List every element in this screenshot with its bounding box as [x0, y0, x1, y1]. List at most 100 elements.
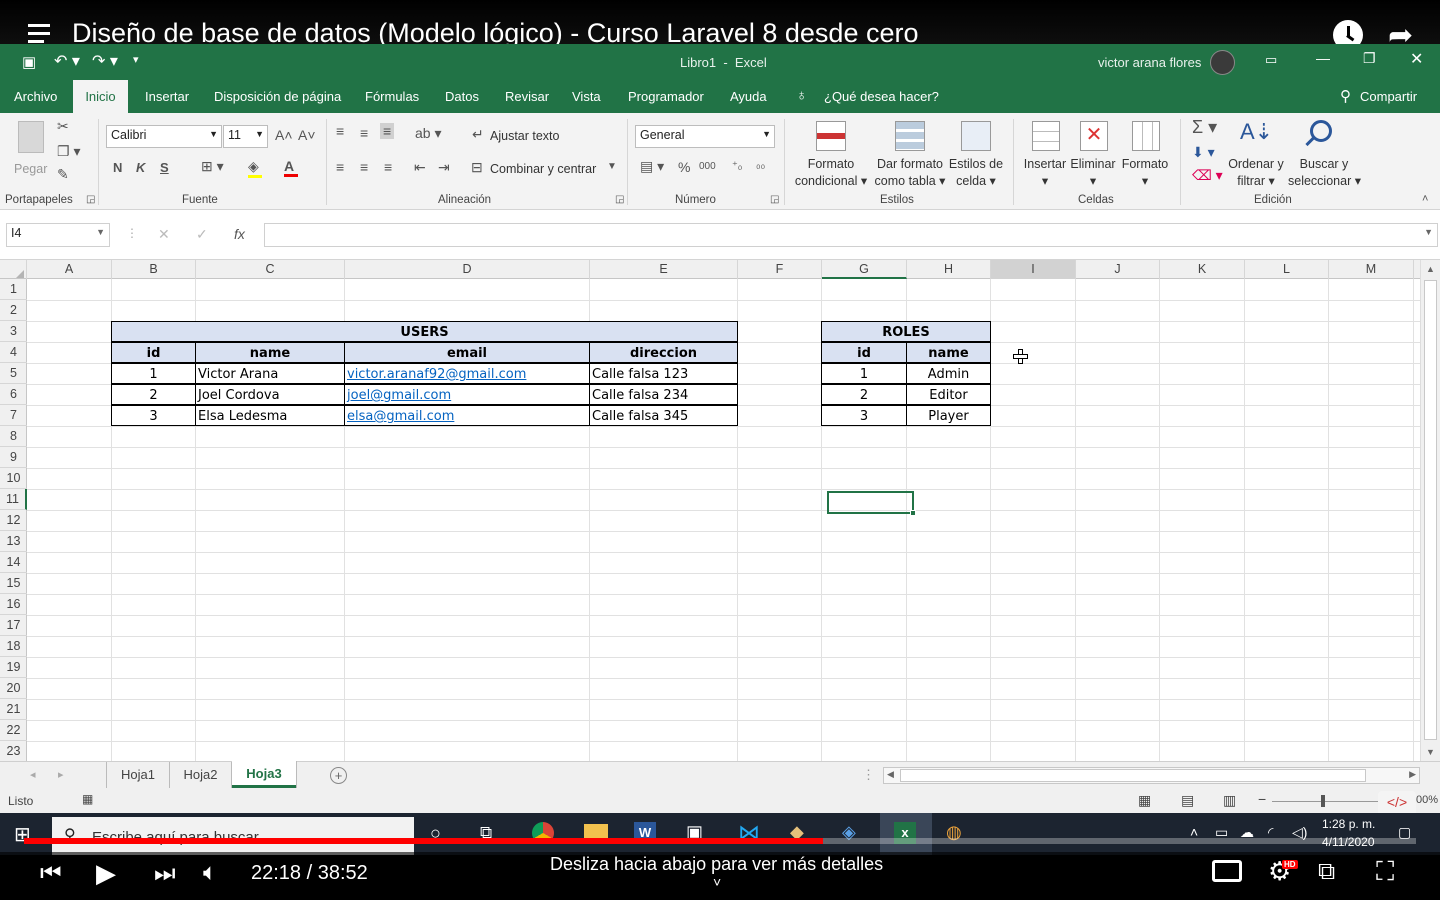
table-cell[interactable]: 1 [111, 363, 196, 384]
macro-record-icon[interactable]: ▦ [82, 792, 93, 806]
clear-icon[interactable]: ⌫ ▾ [1192, 167, 1223, 184]
name-box[interactable]: I4 ▼ [6, 223, 110, 247]
align-right-icon[interactable]: ≡ [384, 159, 392, 175]
cut-icon[interactable]: ✂ [57, 118, 69, 135]
volume-icon[interactable]: 🔈︎ [203, 859, 217, 887]
scroll-thumb[interactable] [1424, 280, 1437, 740]
table-cell[interactable]: Calle falsa 345 [589, 405, 738, 426]
table-cell[interactable]: Elsa Ledesma [195, 405, 345, 426]
chevron-down-icon[interactable]: ▼ [607, 161, 617, 172]
row-header[interactable]: 13 [0, 531, 27, 552]
borders-icon[interactable]: ⊞ ▾ [201, 158, 224, 175]
column-header[interactable]: F [738, 260, 822, 279]
format-as-table-button[interactable]: Dar formato como tabla ▾ [871, 118, 949, 190]
cell-styles-button[interactable]: Estilos de celda ▾ [948, 118, 1004, 190]
align-left-icon[interactable]: ≡ [336, 159, 344, 175]
enter-formula-icon[interactable]: ✓ [196, 226, 208, 243]
tab-inicio[interactable]: Inicio [73, 80, 128, 113]
row-header[interactable]: 23 [0, 741, 27, 761]
table-cell[interactable]: joel@gmail.com [344, 384, 590, 405]
insert-cells-button[interactable]: Insertar ▾ [1020, 118, 1070, 190]
tab-formulas[interactable]: Fórmulas [365, 89, 419, 104]
tab-programador[interactable]: Programador [628, 89, 704, 104]
column-header[interactable]: A [27, 260, 112, 279]
tab-insertar[interactable]: Insertar [145, 89, 189, 104]
customize-qat-icon[interactable]: ▾ [133, 53, 139, 66]
italic-button[interactable]: K [136, 160, 145, 175]
table-header-cell[interactable]: name [906, 342, 991, 363]
minimize-icon[interactable]: — [1316, 50, 1330, 66]
table-cell[interactable]: 3 [821, 405, 907, 426]
column-header[interactable]: E [590, 260, 738, 279]
close-icon[interactable]: ✕ [1410, 49, 1423, 69]
column-header[interactable]: G [822, 260, 907, 279]
align-top-icon[interactable]: ≡ [336, 123, 344, 139]
delete-cells-button[interactable]: ✕ Eliminar ▾ [1068, 118, 1118, 190]
currency-icon[interactable]: ▤ ▾ [640, 158, 664, 175]
table-cell[interactable]: Player [906, 405, 991, 426]
increase-decimal-icon[interactable]: ⁺₀ [732, 159, 742, 172]
row-header[interactable]: 19 [0, 657, 27, 678]
table-header-cell[interactable]: direccion [589, 342, 738, 363]
normal-view-icon[interactable]: ▦ [1138, 792, 1151, 809]
active-cell-selection[interactable] [827, 491, 916, 516]
insert-function-button[interactable]: fx [234, 226, 245, 242]
row-header[interactable]: 15 [0, 573, 27, 594]
excel-taskbar-item[interactable]: x [880, 813, 932, 855]
table-cell[interactable]: Editor [906, 384, 991, 405]
font-size-select[interactable]: 11 ▼ [223, 125, 268, 148]
decrease-indent-icon[interactable]: ⇤ [414, 159, 426, 176]
row-header[interactable]: 18 [0, 636, 27, 657]
font-color-icon[interactable]: A [284, 158, 298, 177]
wrap-text-button[interactable]: Ajustar texto [490, 128, 559, 145]
font-name-select[interactable]: Calibri ▼ [106, 125, 222, 148]
autosum-icon[interactable]: Σ ▾ [1192, 117, 1217, 138]
dialog-launcher-icon[interactable]: ◲ [615, 194, 624, 205]
roles-title-cell[interactable]: ROLES [821, 321, 991, 342]
add-sheet-icon[interactable]: + [330, 767, 347, 784]
progress-played[interactable] [24, 838, 823, 844]
column-header[interactable]: L [1245, 260, 1329, 279]
menu-icon[interactable] [28, 24, 52, 44]
subtitles-icon[interactable] [1212, 860, 1242, 882]
shrink-font-icon[interactable]: A˅ [298, 127, 316, 143]
horizontal-scrollbar[interactable]: ◀ ▶ [883, 767, 1420, 784]
sheet-tab[interactable]: Hoja1 [106, 762, 170, 788]
page-break-icon[interactable]: ▥ [1223, 792, 1236, 809]
tab-disposicion[interactable]: Disposición de página [214, 89, 341, 104]
align-center-icon[interactable]: ≡ [360, 159, 368, 175]
table-cell[interactable]: Victor Arana [195, 363, 345, 384]
table-cell[interactable]: 2 [111, 384, 196, 405]
row-header[interactable]: 2 [0, 300, 27, 321]
conditional-format-button[interactable]: Formato condicional ▾ [792, 118, 870, 190]
find-select-button[interactable]: Buscar y seleccionar ▾ [1288, 118, 1361, 190]
format-painter-icon[interactable]: ✎ [57, 166, 69, 183]
share-button[interactable]: Compartir [1360, 89, 1417, 104]
tab-revisar[interactable]: Revisar [505, 89, 549, 104]
avatar[interactable] [1210, 50, 1235, 75]
row-header[interactable]: 5 [0, 363, 27, 384]
column-header[interactable]: D [345, 260, 590, 279]
row-header[interactable]: 8 [0, 426, 27, 447]
previous-icon[interactable]: ⏮ [40, 860, 62, 888]
row-header[interactable]: 4 [0, 342, 27, 363]
table-header-cell[interactable]: email [344, 342, 590, 363]
taskbar-search[interactable]: ⚲ Escribe aquí para buscar [52, 817, 414, 855]
row-header[interactable]: 12 [0, 510, 27, 531]
column-header[interactable]: C [196, 260, 345, 279]
zoom-level[interactable]: 00% [1416, 794, 1438, 806]
cancel-formula-icon[interactable]: ✕ [158, 226, 170, 243]
underline-button[interactable]: S [160, 160, 169, 175]
row-header[interactable]: 6 [0, 384, 27, 405]
tab-archivo[interactable]: Archivo [14, 89, 57, 104]
collapse-ribbon-icon[interactable]: ˄ [1422, 193, 1428, 205]
row-header[interactable]: 9 [0, 447, 27, 468]
decrease-decimal-icon[interactable]: ₀₀ [756, 159, 765, 171]
thousands-button[interactable]: 000 [699, 161, 716, 172]
dialog-launcher-icon[interactable]: ◲ [86, 194, 95, 205]
table-cell[interactable]: 2 [821, 384, 907, 405]
wrap-text-icon[interactable]: ↵ [472, 126, 484, 143]
email-link[interactable]: joel@gmail.com [347, 388, 451, 403]
redo-icon[interactable]: ↷ ▾ [92, 51, 118, 71]
play-icon[interactable]: ▶ [96, 858, 116, 889]
